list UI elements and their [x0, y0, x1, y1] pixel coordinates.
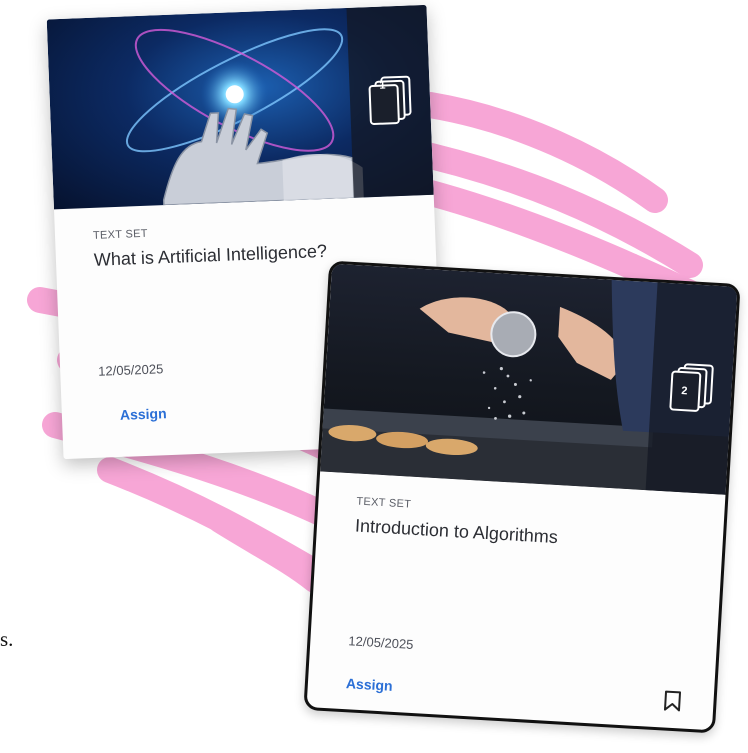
- bookmark-icon[interactable]: [663, 690, 682, 713]
- card-date: 12/05/2025: [97, 361, 164, 379]
- stack-badge: 2: [645, 282, 738, 495]
- cropped-caption-text: s.: [0, 627, 14, 651]
- content-type-label: TEXT SET: [356, 495, 412, 511]
- stack-count: 1: [379, 79, 386, 92]
- assign-button[interactable]: Assign: [346, 675, 394, 694]
- card-body: TEXT SET Introduction to Algorithms 12/0…: [307, 471, 726, 730]
- content-type-label: TEXT SET: [92, 227, 148, 242]
- assign-button[interactable]: Assign: [120, 405, 167, 423]
- card-date: 12/05/2025: [348, 633, 414, 652]
- card-title[interactable]: Introduction to Algorithms: [354, 515, 703, 556]
- card-thumbnail[interactable]: 2: [320, 263, 738, 495]
- stack-badge: 1: [346, 4, 434, 198]
- stack-count: 2: [680, 385, 688, 398]
- text-set-card-algorithms[interactable]: 2 TEXT SET Introduction to Algorithms 12…: [303, 260, 741, 734]
- card-thumbnail[interactable]: 1: [46, 4, 434, 210]
